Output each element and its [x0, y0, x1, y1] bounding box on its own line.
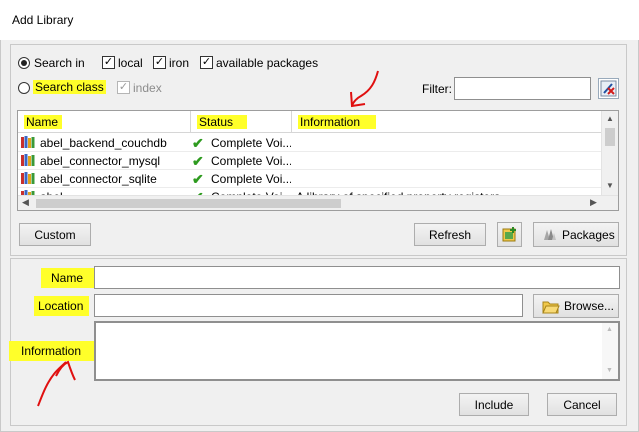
- library-icon: [21, 136, 35, 148]
- local-checkbox[interactable]: ✓: [102, 56, 115, 69]
- iron-label: iron: [169, 56, 190, 70]
- row-name: abel_connector_mysql: [40, 154, 161, 168]
- folder-icon: [542, 301, 560, 313]
- row-name: abel_connector_sqlite: [40, 172, 157, 186]
- column-header-information[interactable]: Information: [292, 111, 603, 133]
- library-icon: [21, 154, 35, 166]
- column-name-label: Name: [24, 115, 63, 129]
- filter-label: Filter:: [422, 82, 452, 96]
- library-icon: [21, 172, 35, 184]
- window-title: Add Library: [12, 13, 74, 27]
- refresh-button[interactable]: Refresh: [414, 223, 486, 246]
- table-vertical-scrollbar[interactable]: ▲ ▼: [601, 111, 618, 196]
- complete-check-icon: ✔: [192, 153, 204, 169]
- add-library-icon: [502, 227, 516, 242]
- search-in-radio[interactable]: [18, 57, 30, 69]
- include-button[interactable]: Include: [459, 393, 529, 416]
- available-packages-label: available packages: [216, 56, 319, 70]
- browse-button[interactable]: Browse...: [533, 294, 619, 318]
- row-information: [296, 134, 596, 152]
- column-header-status[interactable]: Status: [191, 111, 292, 133]
- packages-label: Packages: [562, 227, 615, 242]
- search-class-label: Search class: [33, 80, 106, 94]
- row-information: [296, 170, 596, 188]
- row-status: Complete Voi...: [211, 172, 291, 186]
- cancel-button[interactable]: Cancel: [547, 393, 617, 416]
- row-name: abel_backend_couchdb: [40, 136, 167, 150]
- search-class-radio[interactable]: [18, 82, 30, 94]
- location-label: Location: [34, 296, 90, 316]
- scroll-up-icon[interactable]: ▲: [606, 114, 614, 123]
- annotation-arrow-top-icon: [350, 70, 379, 108]
- local-label: local: [118, 56, 143, 70]
- row-status: Complete Voi...: [211, 136, 291, 150]
- scroll-down-icon[interactable]: ▼: [606, 181, 614, 190]
- index-checkbox[interactable]: ✓: [117, 81, 130, 94]
- info-scroll-down-icon[interactable]: ▼: [606, 367, 613, 374]
- custom-button[interactable]: Custom: [19, 223, 91, 246]
- add-library-button[interactable]: [497, 222, 522, 247]
- table-row[interactable]: abel_connector_mysql ✔ Complete Voi...: [18, 152, 603, 170]
- column-header-name[interactable]: Name: [18, 111, 191, 133]
- packages-button[interactable]: Packages: [533, 222, 619, 247]
- row-information: [296, 152, 596, 170]
- filter-input[interactable]: [454, 77, 591, 100]
- vertical-scroll-thumb[interactable]: [605, 128, 615, 146]
- information-textarea[interactable]: ▲ ▼: [94, 321, 620, 381]
- information-scrollbar[interactable]: ▲ ▼: [602, 323, 618, 379]
- packages-icon: [544, 229, 556, 240]
- column-information-label: Information: [298, 115, 377, 129]
- location-input[interactable]: [94, 294, 523, 317]
- horizontal-scroll-thumb[interactable]: [36, 199, 341, 208]
- search-in-label: Search in: [34, 56, 85, 70]
- row-status: Complete Voi...: [211, 154, 291, 168]
- available-packages-checkbox[interactable]: ✓: [200, 56, 213, 69]
- table-horizontal-scrollbar[interactable]: ◀ ▶: [18, 195, 618, 210]
- complete-check-icon: ✔: [192, 171, 204, 187]
- clear-filter-icon[interactable]: [598, 78, 619, 99]
- table-row[interactable]: abel_backend_couchdb ✔ Complete Voi...: [18, 134, 603, 152]
- scroll-right-icon[interactable]: ▶: [590, 197, 597, 208]
- name-label: Name: [41, 268, 96, 288]
- column-status-label: Status: [197, 115, 248, 129]
- info-scroll-up-icon[interactable]: ▲: [606, 326, 613, 333]
- name-input[interactable]: [94, 266, 620, 289]
- annotation-arrow-bottom-icon: [37, 360, 76, 407]
- complete-check-icon: ✔: [192, 135, 204, 151]
- library-table[interactable]: Name Status Information abel_backend_cou…: [17, 110, 619, 211]
- index-label: index: [133, 81, 162, 95]
- table-row[interactable]: abel_connector_sqlite ✔ Complete Voi...: [18, 170, 603, 188]
- iron-checkbox[interactable]: ✓: [153, 56, 166, 69]
- scroll-left-icon[interactable]: ◀: [22, 197, 29, 208]
- browse-label: Browse...: [564, 299, 615, 313]
- title-bar: Add Library: [0, 0, 639, 40]
